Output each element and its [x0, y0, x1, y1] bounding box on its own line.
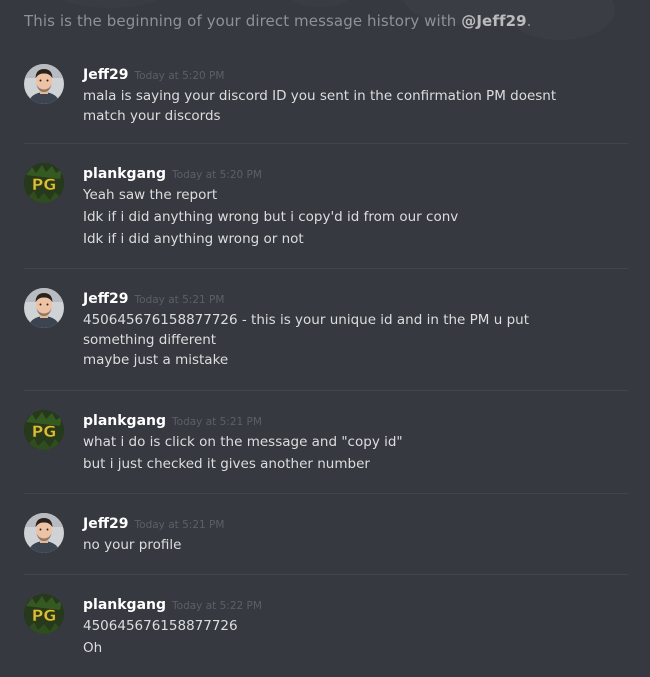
pg-avatar[interactable]: PG [24, 163, 64, 203]
svg-text:PG: PG [32, 422, 57, 441]
message-divider [24, 143, 628, 144]
message-text: maybe just a mistake [83, 352, 229, 368]
message-group: PG plankgang Today at 5:20 PM Yeah saw th… [24, 163, 628, 269]
message-text: Oh [83, 640, 103, 656]
message-author[interactable]: Jeff29 [83, 67, 129, 83]
dm-history-intro: This is the beginning of your direct mes… [24, 12, 532, 30]
intro-suffix: . [526, 12, 532, 30]
pg-avatar[interactable]: PG [24, 594, 64, 634]
message-author[interactable]: Jeff29 [83, 291, 129, 307]
intro-text: This is the beginning of your direct mes… [24, 12, 462, 30]
message-divider [24, 493, 628, 494]
svg-text:PG: PG [32, 606, 57, 625]
message-timestamp: Today at 5:22 PM [172, 600, 262, 612]
message-text: 450645676158877726 - this is your unique… [83, 312, 529, 348]
message-group: PG plankgang Today at 5:22 PM 45064567615… [24, 594, 628, 674]
message-divider [24, 574, 628, 575]
message-text: mala is saying your discord ID you sent … [83, 88, 557, 124]
message-text: but i just checked it gives another numb… [83, 456, 370, 472]
message-author[interactable]: Jeff29 [83, 516, 129, 532]
svg-text:PG: PG [32, 175, 57, 194]
message-timestamp: Today at 5:21 PM [172, 416, 262, 428]
message-text: 450645676158877726 [83, 618, 238, 634]
message-text: Idk if i did anything wrong but i copy'd… [83, 209, 459, 225]
message-author[interactable]: plankgang [83, 413, 166, 429]
message-timestamp: Today at 5:21 PM [134, 519, 225, 531]
message-group: Jeff29 Today at 5:20 PM mala is saying yo… [24, 64, 628, 144]
message-author[interactable]: plankgang [83, 597, 166, 613]
message-group: Jeff29 Today at 5:21 PM no your profile [24, 513, 628, 575]
pg-avatar[interactable]: PG [24, 410, 64, 450]
jeff-avatar[interactable] [24, 513, 64, 553]
jeff-avatar[interactable] [24, 288, 64, 328]
message-text: Yeah saw the report [83, 187, 218, 203]
message-timestamp: Today at 5:20 PM [172, 169, 262, 181]
message-group: Jeff29 Today at 5:21 PM 45064567615887772… [24, 288, 628, 391]
message-group: PG plankgang Today at 5:21 PM what i do i… [24, 410, 628, 494]
message-text: Idk if i did anything wrong or not [83, 231, 304, 247]
intro-username[interactable]: @Jeff29 [461, 12, 526, 30]
jeff-avatar[interactable] [24, 64, 64, 104]
message-text: what i do is click on the message and "c… [83, 434, 403, 450]
message-text: no your profile [83, 537, 182, 553]
message-author[interactable]: plankgang [83, 166, 166, 182]
message-timestamp: Today at 5:20 PM [134, 70, 225, 82]
message-divider [24, 390, 628, 391]
message-timestamp: Today at 5:21 PM [134, 294, 225, 306]
message-divider [24, 268, 628, 269]
